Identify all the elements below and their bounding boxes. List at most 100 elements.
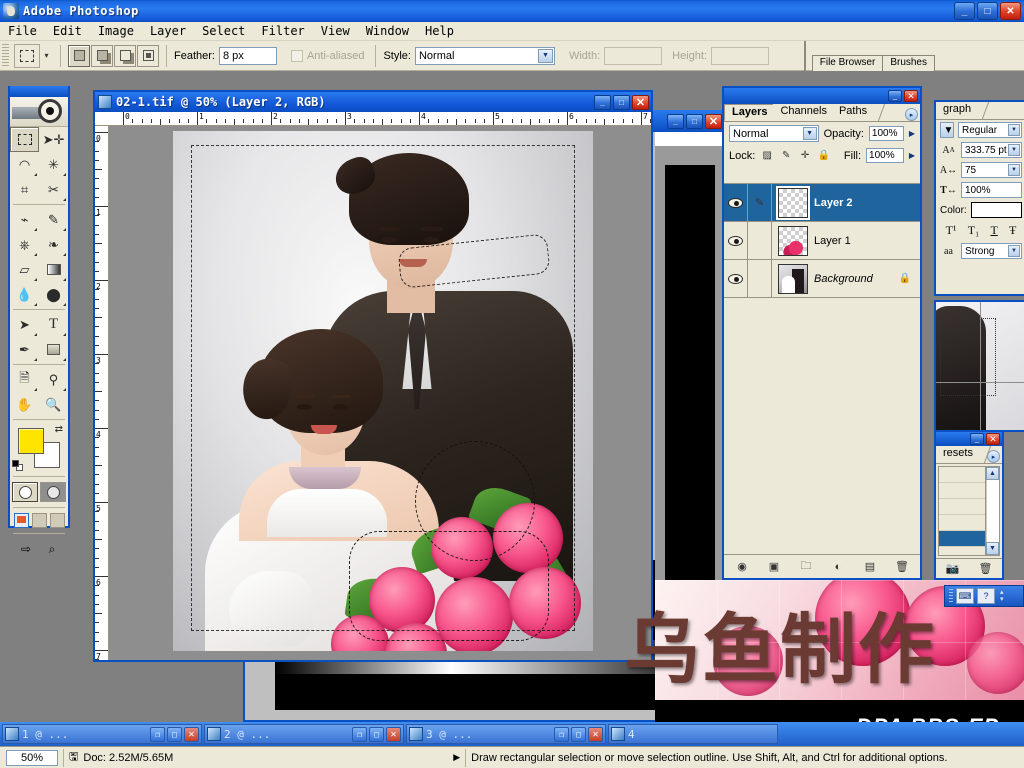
swap-colors-icon[interactable]: ⇄ [55, 424, 63, 435]
subscript-button[interactable]: T₁ [968, 223, 980, 238]
layer-thumbnail[interactable] [778, 225, 808, 256]
add-to-selection-button[interactable] [91, 44, 113, 67]
menu-item-window[interactable]: Window [358, 22, 417, 40]
fill-input[interactable]: 100% [866, 148, 904, 163]
taskbar-2-maximize-button[interactable]: □ [369, 726, 384, 742]
layers-minimize-button[interactable]: _ [888, 90, 902, 102]
canvas-area[interactable] [109, 126, 651, 660]
layer-link-cell[interactable]: ✎ [748, 184, 772, 221]
superscript-button[interactable]: T¹ [946, 223, 957, 238]
bg-doc3-close-button[interactable]: ✕ [705, 113, 722, 129]
taskbar-3-close-button[interactable]: ✕ [588, 726, 603, 742]
presets-minimize-button[interactable]: _ [970, 433, 984, 445]
rectangle-shape-tool[interactable] [39, 337, 68, 362]
full-screen-with-menubar-button[interactable] [31, 513, 47, 528]
healing-brush-tool[interactable]: ⌁ [10, 207, 39, 232]
status-menu-arrow-icon[interactable]: ▶ [453, 752, 460, 763]
chevron-down-icon[interactable]: ▼ [1008, 144, 1020, 156]
chevron-down-icon[interactable]: ▼ [1008, 124, 1020, 136]
layer-link-cell[interactable] [748, 222, 772, 259]
menu-item-image[interactable]: Image [90, 22, 142, 40]
foreground-color-swatch[interactable] [18, 428, 44, 454]
layer-list[interactable]: ✎ Layer 2 Layer 1 Background 🔒 [724, 183, 920, 548]
opacity-input[interactable]: 100% [868, 126, 904, 141]
new-selection-button[interactable] [68, 44, 90, 67]
strikethrough-button[interactable]: Ŧ [1009, 223, 1016, 238]
bg-doc3-minimize-button[interactable]: _ [667, 113, 684, 129]
image-canvas[interactable] [173, 131, 593, 651]
layer-name[interactable]: Background [814, 273, 873, 285]
palette-well-tab-file-browser[interactable]: File Browser [811, 54, 884, 71]
horizontal-ruler[interactable]: 0 1 2 3 4 5 6 7 [95, 112, 651, 126]
presets-close-button[interactable]: ✕ [986, 433, 1000, 445]
menu-item-help[interactable]: Help [417, 22, 462, 40]
taskbar-1-restore-button[interactable]: ❐ [150, 726, 165, 742]
palette-menu-icon[interactable]: ▸ [987, 450, 1000, 463]
tool-preset-chevron-down-icon[interactable]: ▾ [40, 44, 53, 68]
toolbox-title-bar[interactable] [10, 86, 68, 97]
navigator-preview-panel[interactable] [934, 300, 1024, 432]
help-icon[interactable]: ? [977, 588, 995, 604]
tab-paragraph[interactable]: graph [936, 102, 990, 119]
menu-item-select[interactable]: Select [194, 22, 253, 40]
opacity-slider-icon[interactable]: ▶ [909, 129, 915, 138]
jump-to-browser-icon[interactable]: ⌕ [41, 540, 63, 558]
menu-item-file[interactable]: File [0, 22, 45, 40]
zoom-tool[interactable]: 🔍 [39, 392, 68, 417]
layer-row-background[interactable]: Background 🔒 [724, 260, 920, 298]
taskbar-2-restore-button[interactable]: ❐ [352, 726, 367, 742]
rectangular-marquee-tool[interactable] [10, 127, 39, 152]
type-tool[interactable]: T [39, 312, 68, 337]
anti-alias-dropdown[interactable]: Strong ▼ [961, 243, 1022, 259]
options-bar-grip[interactable] [2, 43, 9, 68]
taskbar-item-2[interactable]: 2 @ ... ❐ □ ✕ [204, 724, 404, 744]
taskbar-1-maximize-button[interactable]: □ [167, 726, 182, 742]
underline-button[interactable]: T [990, 223, 997, 238]
layer-row-layer-2[interactable]: ✎ Layer 2 [724, 184, 920, 222]
layer-visibility-toggle[interactable] [724, 260, 748, 297]
tracking-input[interactable]: 75 ▼ [961, 162, 1022, 178]
gradient-tool[interactable] [39, 257, 68, 282]
tab-presets[interactable]: resets [936, 446, 992, 463]
layer-visibility-toggle[interactable] [724, 184, 748, 221]
move-tool[interactable]: ➤✛ [39, 127, 68, 152]
default-colors-icon[interactable] [12, 460, 23, 471]
layer-thumbnail[interactable] [778, 263, 808, 294]
dodge-tool[interactable]: ⬤ [39, 282, 68, 307]
feather-input[interactable]: 8 px [218, 46, 277, 65]
ime-language-bar[interactable]: ⌨ ? ▴ ▾ [944, 585, 1024, 607]
clone-stamp-tool[interactable]: ⎈ [10, 232, 39, 257]
chevron-down-icon[interactable]: ▼ [1008, 164, 1020, 176]
brush-tool[interactable]: ✎ [39, 207, 68, 232]
font-style-dropdown[interactable]: Regular ▼ [958, 122, 1022, 138]
slice-tool[interactable]: ✂ [39, 177, 68, 202]
delete-layer-icon[interactable]: 🗑 [894, 559, 910, 575]
layer-style-icon[interactable]: ◉ [734, 559, 750, 575]
document-close-button[interactable]: ✕ [632, 94, 649, 110]
minimize-button[interactable]: _ [954, 2, 975, 20]
layers-close-button[interactable]: ✕ [904, 90, 918, 102]
layer-link-cell[interactable] [748, 260, 772, 297]
quick-mask-mode-button[interactable] [40, 482, 66, 502]
height-input[interactable] [711, 46, 770, 65]
new-group-icon[interactable]: 🗀 [798, 559, 814, 575]
full-screen-mode-button[interactable] [49, 513, 65, 528]
document-title-bar[interactable]: 02-1.tif @ 50% (Layer 2, RGB) _ □ ✕ [95, 92, 651, 112]
new-layer-icon[interactable]: ▤ [862, 559, 878, 575]
presets-list[interactable]: ▲ ▼ [938, 466, 1000, 556]
new-preset-icon[interactable]: 📷 [945, 561, 961, 577]
subtract-from-selection-button[interactable] [114, 44, 136, 67]
style-dropdown[interactable]: Normal ▼ [414, 46, 555, 65]
blur-tool[interactable]: 💧 [10, 282, 39, 307]
lock-transparent-pixels-icon[interactable]: ▨ [760, 149, 774, 163]
leading-input[interactable]: 333.75 pt ▼ [961, 142, 1022, 158]
presets-scrollbar[interactable]: ▲ ▼ [985, 467, 999, 555]
menu-item-layer[interactable]: Layer [142, 22, 194, 40]
layers-palette-title-bar[interactable]: _ ✕ [724, 88, 920, 104]
tab-paths[interactable]: Paths [831, 104, 886, 121]
chevron-down-icon[interactable]: ▼ [537, 48, 553, 63]
tab-channels[interactable]: Channels [773, 104, 846, 121]
vertical-ruler[interactable]: 012345678 [95, 126, 109, 660]
ime-up-arrow-icon[interactable]: ▴ [1000, 589, 1004, 596]
taskbar-1-close-button[interactable]: ✕ [184, 726, 199, 742]
